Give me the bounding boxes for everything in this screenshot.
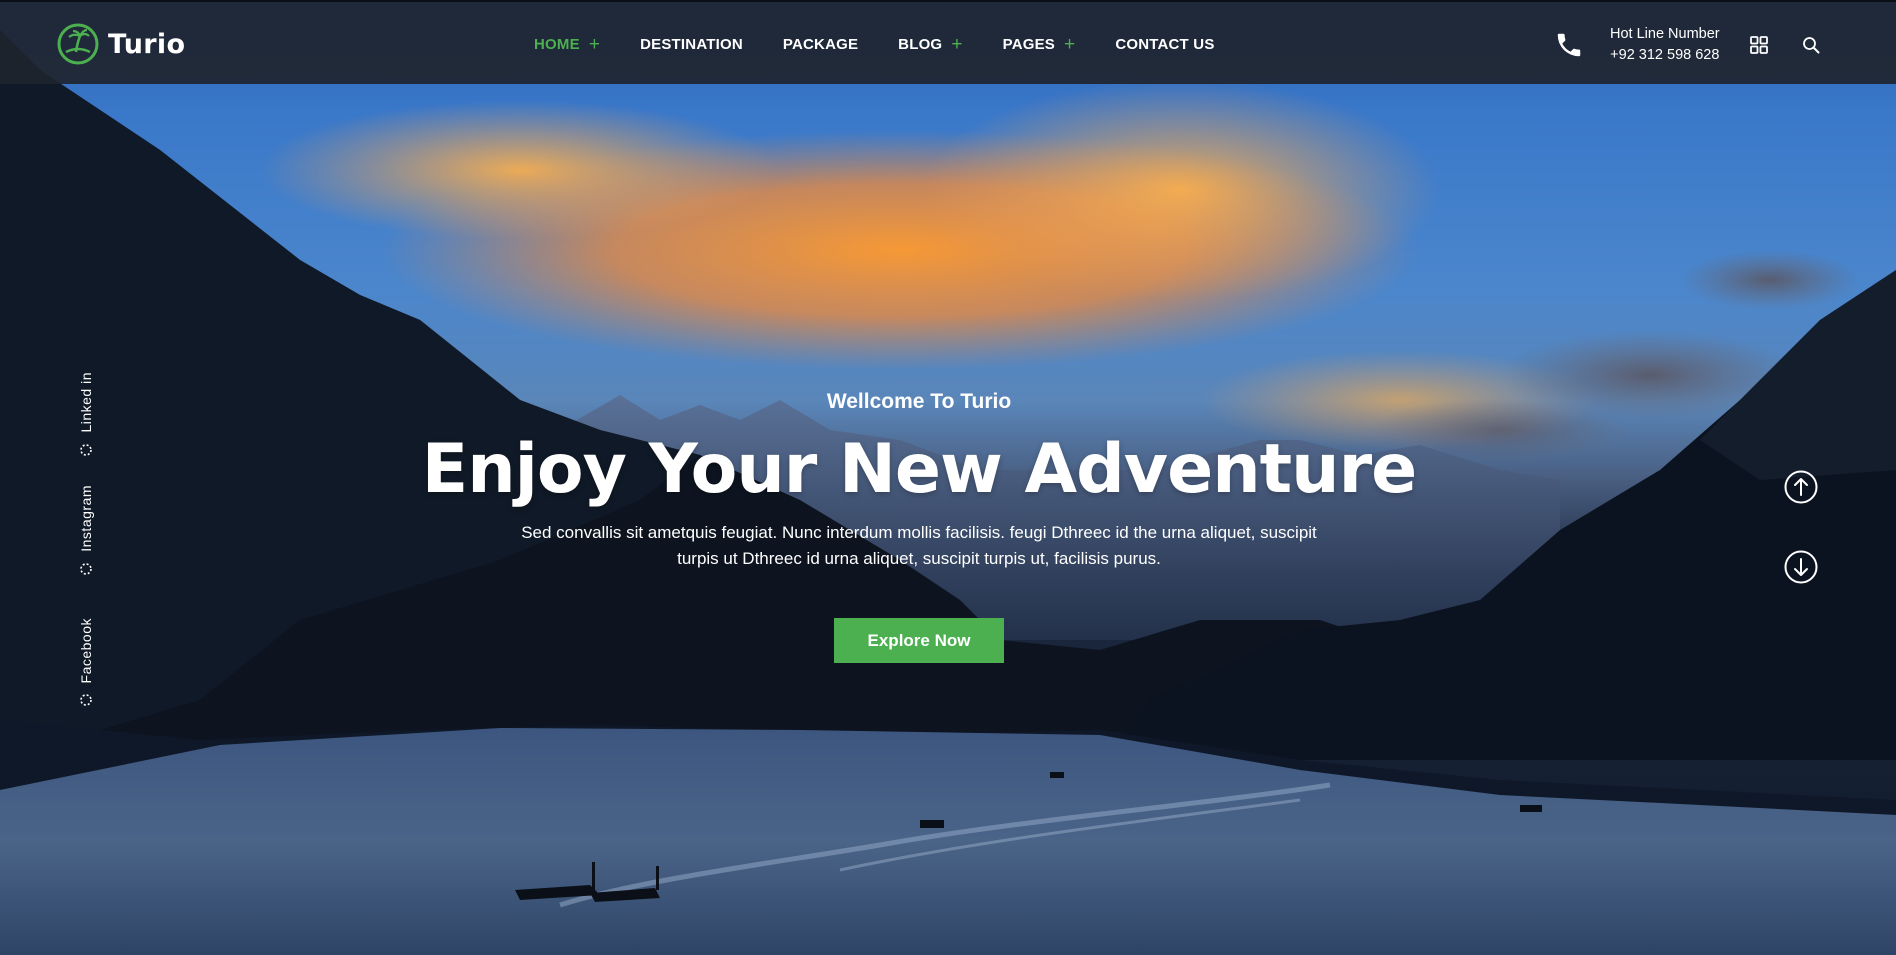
dotted-circle-icon bbox=[80, 694, 92, 707]
dotted-circle-icon bbox=[80, 562, 92, 575]
arrow-down-icon[interactable] bbox=[1784, 550, 1818, 584]
nav-item-label: DESTINATION bbox=[640, 35, 743, 53]
nav-item-label: PAGES bbox=[1002, 35, 1056, 53]
nav-item-label: BLOG bbox=[898, 35, 943, 53]
nav-item-home[interactable]: HOME + bbox=[534, 35, 600, 54]
hotline[interactable]: Hot Line Number +92 312 598 628 bbox=[1554, 24, 1720, 66]
submenu-plus-icon: + bbox=[588, 33, 601, 55]
nav-item-blog[interactable]: BLOG + bbox=[898, 35, 962, 54]
submenu-plus-icon: + bbox=[951, 33, 963, 55]
nav-item-package[interactable]: PACKAGE bbox=[783, 36, 858, 53]
hero-welcome-text: Wellcome To Turio bbox=[826, 390, 1012, 413]
nav-item-pages[interactable]: PAGES + bbox=[1003, 35, 1076, 54]
hero-description-line: turpis ut Dthreec id urna aliquet, susci… bbox=[677, 549, 1161, 568]
explore-now-button[interactable]: Explore Now bbox=[834, 618, 1004, 663]
hero-headline: Enjoy Your New Adventure bbox=[421, 430, 1417, 509]
hotline-title: Hot Line Number bbox=[1610, 26, 1720, 42]
grid-icon[interactable] bbox=[1750, 36, 1768, 54]
brand-name: Turio bbox=[108, 28, 186, 60]
search-icon[interactable] bbox=[1802, 36, 1820, 54]
social-label[interactable]: Facebook bbox=[78, 618, 94, 683]
hero-description: Sed convallis sit ametquis feugiat. Nunc… bbox=[480, 520, 1358, 572]
arrow-up-icon[interactable] bbox=[1784, 470, 1818, 504]
nav-item-destination[interactable]: DESTINATION bbox=[640, 36, 743, 53]
social-facebook[interactable]: Facebook bbox=[66, 618, 106, 707]
nav-item-label: HOME bbox=[534, 35, 580, 53]
nav-item-label: CONTACT US bbox=[1115, 35, 1215, 53]
hotline-number[interactable]: +92 312 598 628 bbox=[1610, 45, 1720, 66]
phone-icon bbox=[1557, 33, 1581, 57]
top-navigation-bar: Turio HOME + DESTINATION PACKAGE BLOG + … bbox=[0, 0, 1896, 84]
hotline-text: Hot Line Number +92 312 598 628 bbox=[1610, 24, 1720, 66]
hero-description-line: Sed convallis sit ametquis feugiat. Nunc… bbox=[521, 523, 1317, 542]
main-menu: HOME + DESTINATION PACKAGE BLOG + PAGES … bbox=[534, 2, 1255, 86]
nav-item-contact-us[interactable]: CONTACT US bbox=[1115, 36, 1214, 53]
submenu-plus-icon: + bbox=[1064, 33, 1076, 55]
nav-item-label: PACKAGE bbox=[782, 35, 859, 53]
